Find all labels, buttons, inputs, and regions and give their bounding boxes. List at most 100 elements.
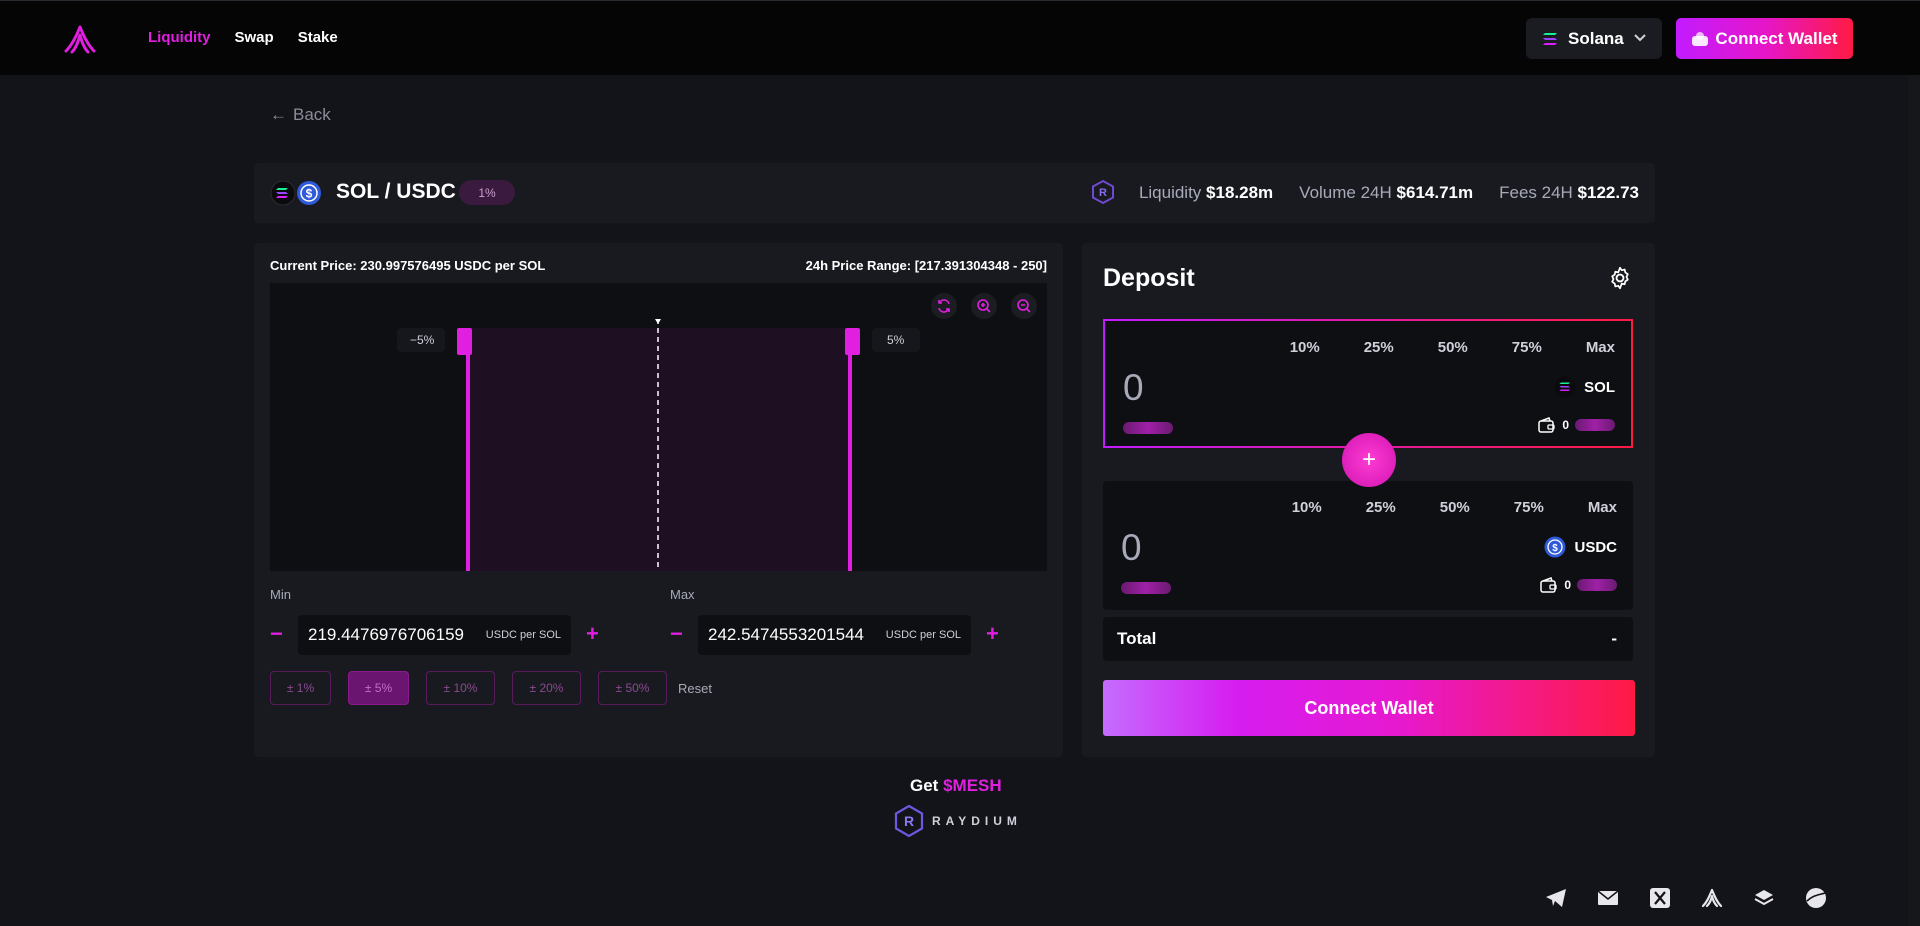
max-percent-label: 5%	[887, 333, 905, 347]
max-increment-button[interactable]: +	[986, 623, 999, 645]
pool-stats: Liquidity $18.28m Volume 24H $614.71m Fe…	[1139, 183, 1639, 203]
app-logo-icon[interactable]	[62, 23, 98, 55]
min-range-line[interactable]	[466, 328, 470, 571]
max-range-line[interactable]	[848, 328, 852, 571]
app-logo-icon[interactable]	[1700, 886, 1724, 910]
get-label: Get	[910, 776, 939, 795]
token-a-selector[interactable]: SOL	[1554, 376, 1615, 398]
token-a-balance: 0	[1538, 417, 1615, 433]
reset-button[interactable]: Reset	[678, 681, 712, 696]
layers-icon[interactable]	[1752, 886, 1776, 910]
svg-text:R: R	[904, 813, 914, 829]
mesh-token-label: $MESH	[943, 776, 1002, 795]
gear-icon[interactable]	[1607, 265, 1633, 291]
raydium-icon: R	[1092, 180, 1114, 204]
token-b-max[interactable]: Max	[1588, 499, 1617, 516]
connect-wallet-label: Connect Wallet	[1715, 28, 1838, 48]
min-price-unit: USDC per SOL	[485, 629, 561, 641]
raydium-logo[interactable]: R RAYDIUM	[894, 805, 1022, 837]
solana-icon	[1543, 32, 1557, 45]
nav-swap[interactable]: Swap	[235, 29, 274, 46]
token-a-balance-value: 0	[1562, 418, 1569, 432]
page-scrollbar[interactable]	[1908, 75, 1920, 926]
chain-label: Solana	[1568, 28, 1624, 48]
min-price-input[interactable]: 219.4476976706159 USDC per SOL	[298, 615, 571, 655]
back-link[interactable]: ← Back	[270, 105, 331, 125]
usdc-icon: $	[1544, 536, 1566, 558]
total-row: Total -	[1103, 617, 1633, 661]
token-a-input-box[interactable]: 10% 25% 50% 75% Max 0 SOL 0	[1103, 319, 1633, 448]
token-a-amount-input[interactable]: 0	[1123, 367, 1144, 409]
plus-icon: +	[1342, 433, 1396, 487]
raydium-icon: R	[894, 805, 924, 837]
range-20-percent-button[interactable]: ± 20%	[512, 671, 581, 705]
token-b-balance: 0	[1540, 577, 1617, 593]
token-a-percent-options: 10% 25% 50% 75% Max	[1290, 339, 1615, 356]
range-chart[interactable]: −5% 5%	[270, 283, 1047, 571]
main-nav: Liquidity Swap Stake	[148, 29, 338, 46]
chain-selector[interactable]: Solana	[1526, 18, 1662, 59]
fees-label: Fees 24H	[1499, 183, 1573, 202]
nav-stake[interactable]: Stake	[298, 29, 338, 46]
token-b-selector[interactable]: $ USDC	[1544, 536, 1617, 558]
range-5-percent-button[interactable]: ± 5%	[348, 671, 409, 705]
token-a-max[interactable]: Max	[1586, 339, 1615, 356]
min-increment-button[interactable]: +	[586, 623, 599, 645]
svg-text:$: $	[306, 187, 313, 201]
token-b-input-box[interactable]: 10% 25% 50% 75% Max 0 $ USDC 0	[1103, 481, 1633, 610]
token-a-25-percent[interactable]: 25%	[1364, 339, 1394, 356]
range-1-percent-button[interactable]: ± 1%	[270, 671, 331, 705]
arrow-left-icon: ←	[270, 105, 287, 124]
liquidity-stat: Liquidity $18.28m	[1139, 183, 1273, 203]
deposit-connect-wallet-button[interactable]: Connect Wallet	[1103, 680, 1635, 736]
token-b-symbol: USDC	[1574, 538, 1617, 556]
token-a-usd-value-loading	[1123, 422, 1173, 434]
token-b-25-percent[interactable]: 25%	[1366, 499, 1396, 516]
max-price-unit: USDC per SOL	[885, 629, 961, 641]
social-links	[1544, 886, 1828, 910]
token-a-symbol: SOL	[1584, 378, 1615, 396]
price-range-text: 24h Price Range: [217.391304348 - 250]	[805, 258, 1047, 273]
token-b-50-percent[interactable]: 50%	[1440, 499, 1470, 516]
zoom-out-icon[interactable]	[1011, 293, 1037, 319]
pair-name: SOL / USDC	[336, 180, 456, 203]
raydium-wordmark: RAYDIUM	[932, 814, 1022, 828]
volume-value: $614.71m	[1396, 183, 1474, 202]
refresh-icon[interactable]	[931, 293, 957, 319]
token-b-10-percent[interactable]: 10%	[1292, 499, 1322, 516]
range-percent-buttons: ± 1% ± 5% ± 10% ± 20% ± 50% Reset	[270, 671, 712, 705]
x-icon[interactable]	[1648, 886, 1672, 910]
get-mesh-link[interactable]: Get $MESH	[910, 776, 1002, 796]
wallet-icon	[1692, 31, 1709, 46]
mail-icon[interactable]	[1596, 886, 1620, 910]
max-range-handle[interactable]	[845, 328, 860, 355]
globe-icon[interactable]	[1804, 886, 1828, 910]
token-a-50-percent[interactable]: 50%	[1438, 339, 1468, 356]
connect-wallet-button[interactable]: Connect Wallet	[1676, 18, 1853, 59]
chevron-down-icon	[1634, 34, 1646, 42]
nav-liquidity[interactable]: Liquidity	[148, 29, 211, 46]
min-decrement-button[interactable]: −	[270, 623, 283, 645]
token-b-75-percent[interactable]: 75%	[1514, 499, 1544, 516]
current-price-marker	[655, 319, 661, 324]
fee-tier-badge: 1%	[459, 180, 515, 205]
min-price-value: 219.4476976706159	[308, 625, 464, 644]
range-50-percent-button[interactable]: ± 50%	[598, 671, 667, 705]
max-label: Max	[670, 587, 695, 602]
token-a-75-percent[interactable]: 75%	[1512, 339, 1542, 356]
zoom-in-icon[interactable]	[971, 293, 997, 319]
range-10-percent-button[interactable]: ± 10%	[426, 671, 495, 705]
top-bar: Liquidity Swap Stake Solana Connect Wall…	[0, 0, 1920, 75]
max-decrement-button[interactable]: −	[670, 623, 683, 645]
token-a-balance-loading	[1575, 419, 1615, 431]
token-a-10-percent[interactable]: 10%	[1290, 339, 1320, 356]
min-label: Min	[270, 587, 291, 602]
max-price-value: 242.5474553201544	[708, 625, 864, 644]
liquidity-label: Liquidity	[1138, 183, 1202, 202]
pool-header: $ SOL / USDC 1% R Liquidity $18.28m Volu…	[254, 163, 1655, 223]
telegram-icon[interactable]	[1544, 886, 1568, 910]
min-range-handle[interactable]	[457, 328, 472, 355]
max-price-input[interactable]: 242.5474553201544 USDC per SOL	[698, 615, 971, 655]
deposit-card: Deposit 10% 25% 50% 75% Max 0 SOL 0 + 10…	[1082, 243, 1655, 757]
token-b-amount-input[interactable]: 0	[1121, 527, 1142, 569]
